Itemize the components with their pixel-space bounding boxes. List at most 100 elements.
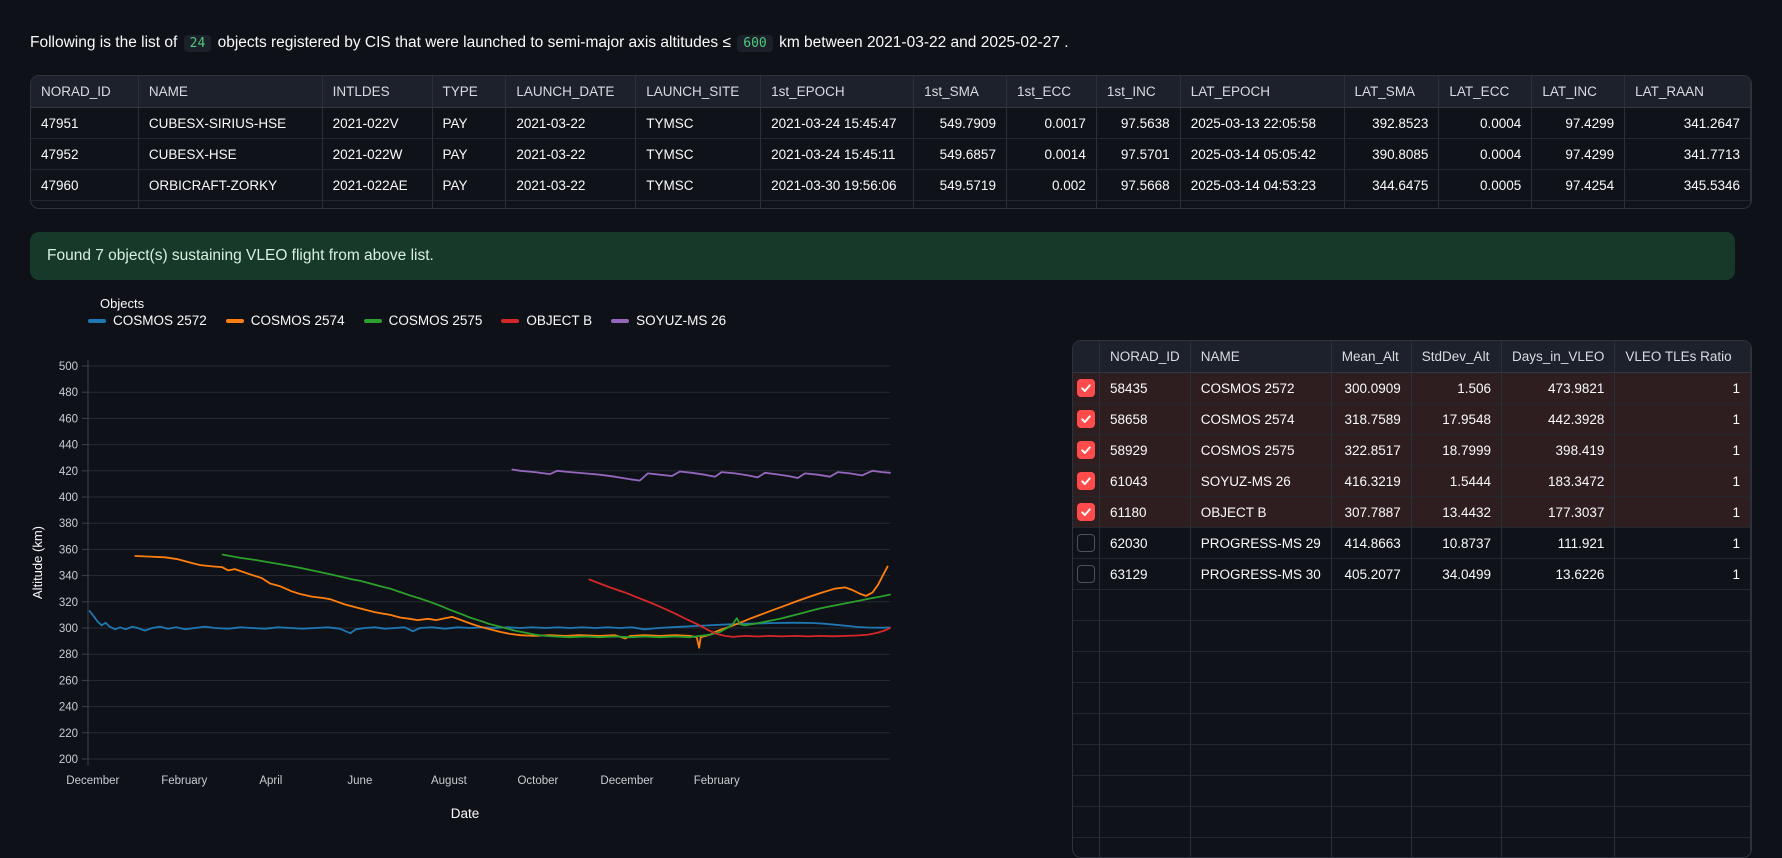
vleo-table-header-cell: Mean_Alt bbox=[1331, 341, 1412, 373]
launch-table-cell: 345.5346 bbox=[1625, 170, 1751, 201]
vleo-table-empty-row[interactable] bbox=[1073, 590, 1751, 621]
legend-item-cosmos-2574[interactable]: COSMOS 2574 bbox=[225, 313, 345, 328]
row-checkbox[interactable] bbox=[1076, 441, 1095, 459]
vleo-table-cell: SOYUZ-MS 26 bbox=[1190, 466, 1332, 497]
vleo-table-empty-cell bbox=[1073, 590, 1100, 621]
launch-table-cell: 549.7909 bbox=[914, 108, 1007, 139]
x-axis-title: Date bbox=[450, 806, 480, 821]
row-checkbox[interactable] bbox=[1076, 410, 1095, 428]
vleo-table-row[interactable]: 61180 OBJECT B 307.7887 13.4432 177.3037 1 bbox=[1073, 497, 1751, 528]
row-checkbox-cell[interactable] bbox=[1073, 559, 1100, 590]
vleo-table-empty-cell bbox=[1502, 838, 1616, 857]
launch-table-header-cell: 1st_INC bbox=[1096, 76, 1181, 108]
legend-item-cosmos-2575[interactable]: COSMOS 2575 bbox=[363, 313, 482, 328]
launch-table-cell: 392.8713 bbox=[1345, 201, 1440, 208]
vleo-table-cell: 405.2077 bbox=[1331, 559, 1412, 590]
vleo-table-cell: 416.3219 bbox=[1331, 466, 1412, 497]
limit-badge: 600 bbox=[737, 35, 773, 52]
launch-table-cell: 2021-022AE bbox=[322, 170, 433, 201]
launch-table-header-cell: NORAD_ID bbox=[31, 76, 139, 108]
launch-table-cell: 2025-03-13 22:05:58 bbox=[1180, 108, 1345, 139]
launch-table-header-cell: LAT_INC bbox=[1532, 76, 1626, 108]
vleo-table-empty-cell bbox=[1099, 807, 1191, 838]
vleo-table-empty-cell bbox=[1615, 745, 1751, 776]
launch-table-cell: 341.7713 bbox=[1625, 139, 1751, 170]
row-checkbox[interactable] bbox=[1076, 503, 1095, 521]
vleo-table-empty-cell bbox=[1073, 714, 1100, 745]
vleo-table-empty-row[interactable] bbox=[1073, 621, 1751, 652]
vleo-table-empty-cell bbox=[1332, 838, 1412, 857]
vleo-table-empty-row[interactable] bbox=[1073, 714, 1751, 745]
launch-table-row[interactable]: 47960 ORBICRAFT-ZORKY 2021-022AE PAY 2021-03… bbox=[31, 170, 1751, 201]
vleo-table-empty-row[interactable] bbox=[1073, 776, 1751, 807]
vleo-table-empty-cell bbox=[1502, 776, 1616, 807]
row-checkbox-cell[interactable] bbox=[1073, 528, 1100, 559]
vleo-table-row[interactable]: 58929 COSMOS 2575 322.8517 18.7999 398.419 1 bbox=[1073, 435, 1751, 466]
launch-table-cell: 47952 bbox=[31, 139, 139, 170]
vleo-table-empty-cell bbox=[1073, 683, 1100, 714]
vleo-table-row[interactable]: 63129 PROGRESS-MS 30 405.2077 34.0499 13.622… bbox=[1073, 559, 1751, 590]
launch-table-row[interactable]: 47951 CUBESX-SIRIUS-HSE 2021-022V PAY 2021-0… bbox=[31, 108, 1751, 139]
vleo-table-cell: COSMOS 2572 bbox=[1190, 373, 1332, 404]
vleo-table-row[interactable]: 58435 COSMOS 2572 300.0909 1.506 473.9821 1 bbox=[1073, 373, 1751, 404]
launch-table-cell: 2023-06-27 bbox=[506, 201, 637, 208]
launch-table-cell: 97.5668 bbox=[1096, 170, 1181, 201]
launch-table-cell: 0.0005 bbox=[1439, 170, 1533, 201]
launch-table-row[interactable]: 57198YARILO 32023-091AJPAY2023-06-27VOST… bbox=[31, 201, 1751, 208]
vleo-table-row[interactable]: 61043 SOYUZ-MS 26 416.3219 1.5444 183.3472 1 bbox=[1073, 466, 1751, 497]
vleo-table-empty-cell bbox=[1411, 652, 1503, 683]
vleo-table-cell: 111.921 bbox=[1502, 528, 1616, 559]
check-icon bbox=[1081, 446, 1091, 454]
vleo-table-empty-cell bbox=[1099, 652, 1191, 683]
success-alert: Found 7 object(s) sustaining VLEO flight… bbox=[30, 232, 1735, 280]
vleo-table-cell: 1 bbox=[1615, 466, 1751, 497]
row-checkbox[interactable] bbox=[1076, 565, 1095, 583]
row-checkbox-cell[interactable] bbox=[1073, 373, 1100, 404]
launch-table[interactable]: NORAD_ID NAME INTLDES TYPE LAUNCH_DATE LAUNCH… bbox=[30, 75, 1752, 209]
legend-item-cosmos-2572[interactable]: COSMOS 2572 bbox=[88, 313, 207, 328]
vleo-table-row[interactable]: 58658 COSMOS 2574 318.7589 17.9548 442.3928 1 bbox=[1073, 404, 1751, 435]
vleo-table-empty-row[interactable] bbox=[1073, 683, 1751, 714]
vleo-table-cell: 1 bbox=[1615, 373, 1751, 404]
x-tick-label: April bbox=[259, 775, 282, 787]
row-checkbox[interactable] bbox=[1076, 472, 1095, 490]
launch-table-cell: 0.0007 bbox=[1439, 201, 1533, 208]
x-tick-label: February bbox=[694, 775, 740, 787]
success-alert-text: Found 7 object(s) sustaining VLEO flight… bbox=[47, 247, 434, 264]
legend-item-object-b[interactable]: OBJECT B bbox=[501, 313, 592, 328]
vleo-table-empty-cell bbox=[1411, 714, 1503, 745]
launch-table-cell: 97.6687 bbox=[1097, 201, 1181, 208]
vleo-table-empty-cell bbox=[1190, 714, 1332, 745]
legend-label: COSMOS 2574 bbox=[250, 313, 345, 328]
row-checkbox[interactable] bbox=[1076, 534, 1095, 552]
row-checkbox-cell[interactable] bbox=[1073, 466, 1100, 497]
row-checkbox[interactable] bbox=[1076, 379, 1095, 397]
launch-table-row[interactable]: 47952 CUBESX-HSE 2021-022W PAY 2021-03-22 TYM… bbox=[31, 139, 1751, 170]
vleo-table-empty-cell bbox=[1100, 838, 1191, 857]
row-checkbox-cell[interactable] bbox=[1073, 497, 1100, 528]
row-checkbox-cell[interactable] bbox=[1073, 404, 1100, 435]
vleo-table-cell: 61043 bbox=[1099, 466, 1191, 497]
x-tick-label: June bbox=[347, 775, 372, 787]
launch-table-cell: 344.6475 bbox=[1344, 170, 1440, 201]
vleo-table-empty-cell bbox=[1190, 683, 1332, 714]
check-icon bbox=[1081, 508, 1091, 516]
launch-table-cell: 0.0004 bbox=[1439, 108, 1533, 139]
altitude-chart[interactable]: 200 220 240 260 280 300 320 340 360 380 400 420 440 4… bbox=[30, 336, 900, 798]
x-tick-label: February bbox=[161, 775, 207, 787]
launch-table-grid: NORAD_ID NAME INTLDES TYPE LAUNCH_DATE LAUNCH… bbox=[31, 76, 1751, 208]
launch-table-cell: 2021-022V bbox=[322, 108, 433, 139]
row-checkbox-cell[interactable] bbox=[1073, 435, 1100, 466]
vleo-table-row[interactable]: 62030 PROGRESS-MS 29 414.8663 10.8737 111.92… bbox=[1073, 528, 1751, 559]
vleo-table-empty-row[interactable] bbox=[1073, 745, 1751, 776]
vleo-table-empty-row[interactable] bbox=[1073, 838, 1751, 857]
launch-table-cell: 97.5653 bbox=[1532, 201, 1626, 208]
vleo-table-cell: 473.9821 bbox=[1502, 373, 1616, 404]
vleo-table-empty-row[interactable] bbox=[1073, 652, 1751, 683]
legend-swatch bbox=[501, 318, 520, 323]
legend-item-soyuz-ms-26[interactable]: SOYUZ-MS 26 bbox=[611, 313, 726, 328]
vleo-table-empty-row[interactable] bbox=[1073, 807, 1751, 838]
series-line-cosmos-2575[interactable] bbox=[221, 553, 891, 639]
vleo-table[interactable]: NORAD_ID NAME Mean_Alt StdDev_Alt Days_in_VL… bbox=[1072, 340, 1752, 858]
y-tick-label: 480 bbox=[59, 387, 78, 399]
